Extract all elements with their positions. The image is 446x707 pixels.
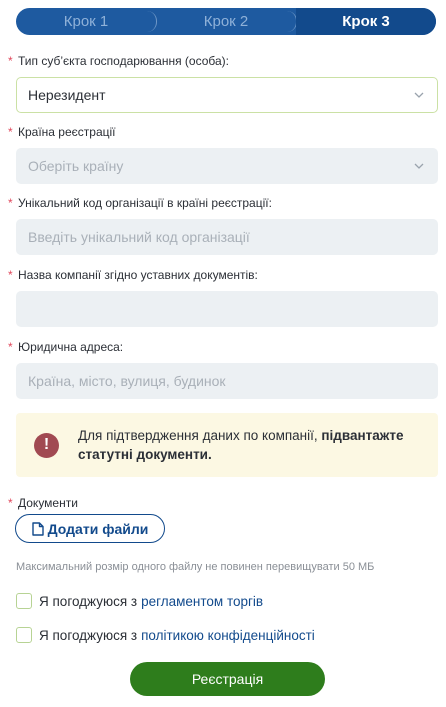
agree-text: Я погоджуюся з (39, 593, 138, 609)
address-field: * Юридична адреса: Країна, місто, вулиця,… (8, 340, 438, 399)
register-button[interactable]: Реєстрація (130, 662, 325, 696)
entity-type-select[interactable]: Нерезидент (16, 77, 438, 113)
country-label: * Країна реєстрації (8, 125, 116, 139)
agree-text: Я погоджуюся з (39, 627, 138, 643)
entity-type-field: * Тип суб’єкта господарювання (особа): Не… (8, 54, 438, 113)
step-2-label: Крок 2 (203, 13, 249, 30)
company-name-field: * Назва компанії згідно уставних документ… (8, 268, 438, 327)
add-files-button[interactable]: Додати файли (15, 514, 165, 543)
notice-text-plain: Для підтвердження даних по компанії, (78, 428, 318, 443)
documents-notice: ! Для підтвердження даних по компанії, п… (16, 413, 438, 477)
chevron-down-icon (414, 163, 424, 169)
file-icon (31, 521, 44, 536)
entity-type-value: Нерезидент (28, 87, 106, 103)
country-field: * Країна реєстрації Оберіть країну (8, 125, 438, 184)
notice-text: Для підтвердження даних по компанії, під… (78, 426, 438, 464)
add-files-label: Додати файли (47, 520, 149, 537)
org-code-field: * Унікальний код організації в країні реє… (8, 196, 438, 255)
entity-type-label-text: Тип суб’єкта господарювання (особа): (18, 54, 230, 68)
trading-rules-link[interactable]: регламентом торгів (141, 594, 263, 609)
address-input[interactable]: Країна, місто, вулиця, будинок (16, 363, 438, 399)
org-code-placeholder: Введіть унікальний код організації (28, 229, 250, 245)
address-label: * Юридична адреса: (8, 340, 124, 354)
company-name-input[interactable] (16, 291, 438, 327)
org-code-input[interactable]: Введіть унікальний код організації (16, 219, 438, 255)
step-3-label: Крок 3 (342, 13, 390, 30)
register-label: Реєстрація (191, 671, 264, 687)
documents-label-text: Документи (18, 496, 78, 510)
country-select[interactable]: Оберіть країну (16, 148, 438, 184)
entity-type-label: * Тип суб’єкта господарювання (особа): (8, 54, 230, 68)
documents-label: * Документи (8, 496, 78, 510)
privacy-policy-link[interactable]: політикою конфіденційності (141, 628, 315, 643)
file-size-hint: Максимальний розмір одного файлу не пови… (16, 561, 375, 573)
privacy-policy-checkbox[interactable] (16, 627, 32, 643)
trading-rules-checkbox[interactable] (16, 593, 32, 609)
address-placeholder: Країна, місто, вулиця, будинок (28, 373, 226, 389)
company-name-label-text: Назва компанії згідно уставних документі… (18, 268, 258, 282)
address-label-text: Юридична адреса: (18, 340, 124, 354)
country-label-text: Країна реєстрації (18, 125, 116, 139)
step-1[interactable]: Крок 1 (16, 8, 157, 35)
agree-trading-rules[interactable]: Я погоджуюся з регламентом торгів (16, 593, 263, 609)
agree-privacy-policy[interactable]: Я погоджуюся з політикою конфіденційност… (16, 627, 315, 643)
step-2[interactable]: Крок 2 (156, 8, 297, 35)
company-name-label: * Назва компанії згідно уставних документ… (8, 268, 258, 282)
country-placeholder: Оберіть країну (28, 158, 124, 174)
exclamation-icon: ! (34, 432, 59, 458)
stepper: Крок 1 Крок 2 Крок 3 (16, 8, 436, 35)
step-3[interactable]: Крок 3 (296, 8, 436, 35)
org-code-label: * Унікальний код організації в країні реє… (8, 196, 272, 210)
chevron-down-icon (414, 92, 424, 98)
step-1-label: Крок 1 (63, 13, 109, 30)
org-code-label-text: Унікальний код організації в країні реєс… (18, 196, 272, 210)
